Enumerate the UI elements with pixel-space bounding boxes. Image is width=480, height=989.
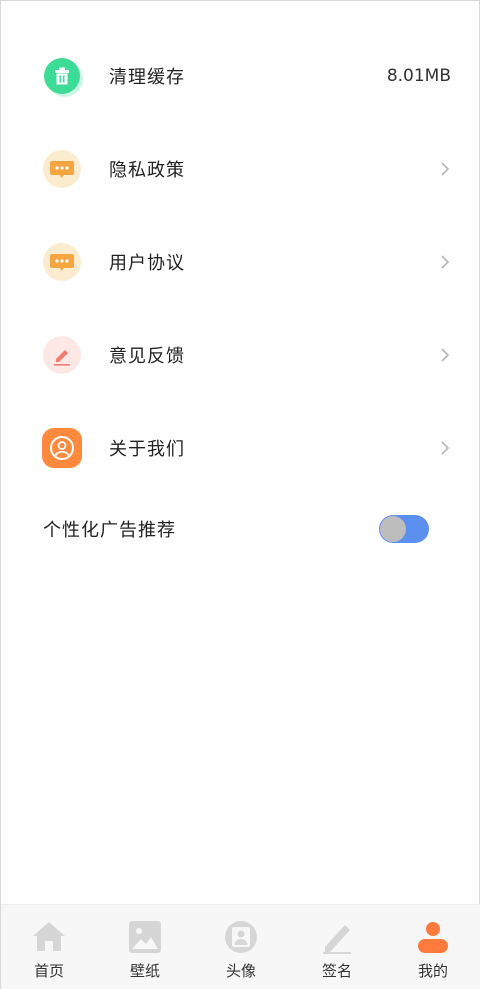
chevron-right-icon: [441, 161, 450, 176]
personalized-ads-toggle[interactable]: [379, 515, 429, 543]
tab-avatar-label: 头像: [225, 962, 256, 980]
tab-mine-label: 我的: [417, 962, 448, 980]
chevron-right-icon: [441, 254, 450, 269]
cache-size-value: 8.01MB: [386, 65, 451, 86]
tab-wallpaper[interactable]: 壁纸: [97, 905, 193, 989]
user-circle-icon: [41, 427, 83, 469]
privacy-policy-label: 隐私政策: [109, 159, 185, 181]
user-agreement-row[interactable]: 用户协议: [1, 215, 480, 308]
message-dots-icon: [41, 241, 83, 283]
settings-menu: 清理缓存 8.01MB 隐私政策 用户协议 意见反馈 关于我们: [1, 29, 480, 494]
about-us-row[interactable]: 关于我们: [1, 401, 480, 494]
message-dots-icon: [41, 148, 83, 190]
feedback-label: 意见反馈: [109, 345, 185, 367]
chevron-right-icon: [441, 440, 450, 455]
personalized-ads-row: 个性化广告推荐: [1, 501, 480, 557]
tab-wallpaper-label: 壁纸: [129, 962, 160, 980]
tab-home[interactable]: 首页: [1, 905, 97, 989]
toggle-knob: [380, 516, 406, 542]
pencil-icon: [323, 925, 351, 954]
about-us-label: 关于我们: [109, 438, 185, 460]
tab-home-label: 首页: [33, 962, 64, 980]
feedback-row[interactable]: 意见反馈: [1, 308, 480, 401]
person-icon: [418, 922, 448, 953]
clear-cache-label: 清理缓存: [109, 66, 185, 88]
tab-signature-label: 签名: [321, 962, 352, 980]
user-agreement-label: 用户协议: [109, 252, 185, 274]
chevron-right-icon: [441, 347, 450, 362]
tab-signature[interactable]: 签名: [289, 905, 385, 989]
privacy-policy-row[interactable]: 隐私政策: [1, 122, 480, 215]
clear-cache-row[interactable]: 清理缓存 8.01MB: [1, 29, 480, 122]
personalized-ads-label: 个性化广告推荐: [43, 520, 176, 541]
image-icon: [129, 921, 161, 953]
avatar-frame-icon: [225, 921, 257, 953]
tab-avatar[interactable]: 头像: [193, 905, 289, 989]
trash-icon: [41, 55, 83, 97]
pen-icon: [41, 334, 83, 376]
bottom-tab-bar: 首页 壁纸 头像 签名 我的: [1, 904, 480, 989]
tab-mine[interactable]: 我的: [385, 905, 480, 989]
home-icon: [33, 922, 65, 951]
app-screen: 清理缓存 8.01MB 隐私政策 用户协议 意见反馈 关于我们 个性化广告推荐 …: [0, 0, 480, 989]
